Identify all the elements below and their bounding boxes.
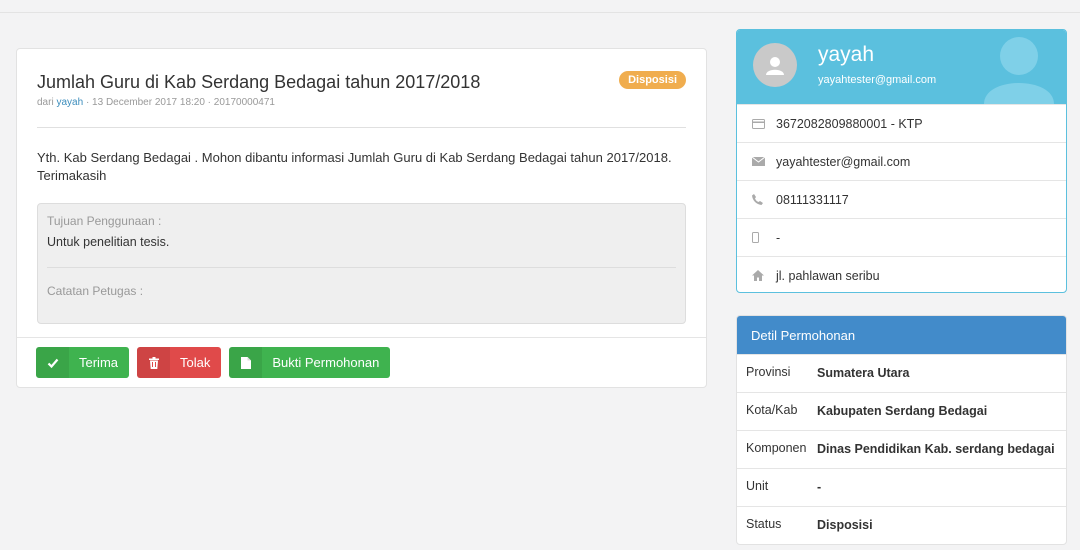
detail-row-komponen: Komponen Dinas Pendidikan Kab. serdang b… (737, 430, 1066, 468)
trash-icon (137, 347, 171, 378)
well-divider (47, 267, 676, 268)
detail-key: Komponen (746, 441, 807, 455)
email-row: yayahtester@gmail.com (737, 142, 1066, 180)
id-card-icon (752, 118, 776, 129)
meta-suffix: · 13 December 2017 18:20 · 20170000471 (85, 97, 275, 108)
phone-number: 08111331117 (776, 192, 849, 207)
detail-value: Disposisi (817, 518, 873, 532)
proof-button[interactable]: Bukti Permohonan (229, 347, 391, 378)
accept-label: Terima (79, 355, 119, 370)
mobile-number: - (776, 230, 781, 245)
id-number-row: 3672082809880001 - KTP (737, 104, 1066, 142)
detail-row-status: Status Disposisi (737, 506, 1066, 544)
request-title: Jumlah Guru di Kab Serdang Bedagai tahun… (37, 72, 481, 92)
detail-row-provinsi: Provinsi Sumatera Utara (737, 354, 1066, 392)
request-meta: dari yayah · 13 December 2017 18:20 · 20… (37, 97, 686, 108)
detail-key: Unit (746, 479, 769, 493)
address: jl. pahlawan seribu (776, 268, 880, 283)
envelope-icon (752, 157, 776, 166)
detail-header: Detil Permohonan (737, 316, 1066, 354)
request-card-body: Jumlah Guru di Kab Serdang Bedagai tahun… (17, 49, 706, 324)
address-row: jl. pahlawan seribu (737, 256, 1066, 292)
action-bar: Terima Tolak Bukti Permohonan (17, 337, 706, 387)
detail-value: - (817, 480, 822, 494)
user-email-header: yayahtester@gmail.com (818, 74, 937, 86)
detail-value: Sumatera Utara (817, 366, 910, 380)
request-title-row: Jumlah Guru di Kab Serdang Bedagai tahun… (37, 71, 686, 93)
request-message: Yth. Kab Serdang Bedagai . Mohon dibantu… (37, 150, 672, 183)
user-avatar-icon (753, 43, 797, 87)
top-divider (0, 12, 1080, 13)
request-card: Jumlah Guru di Kab Serdang Bedagai tahun… (16, 48, 707, 388)
phone-icon (752, 194, 776, 205)
title-divider (37, 127, 686, 128)
home-icon (752, 270, 776, 281)
detail-key: Kota/Kab (746, 403, 798, 417)
check-icon (36, 347, 69, 378)
requester-link[interactable]: yayah (56, 97, 83, 108)
mobile-icon (752, 232, 776, 243)
reject-button[interactable]: Tolak (137, 347, 222, 378)
mobile-row: - (737, 218, 1066, 256)
detail-key: Provinsi (746, 365, 791, 379)
document-icon (229, 347, 263, 378)
detail-card: Detil Permohonan Provinsi Sumatera Utara… (736, 315, 1067, 545)
user-silhouette-icon (984, 37, 1054, 104)
detail-key: Status (746, 517, 782, 531)
detail-row-unit: Unit - (737, 468, 1066, 506)
status-badge: Disposisi (619, 71, 686, 89)
purpose-well: Tujuan Penggunaan : Untuk penelitian tes… (37, 203, 686, 324)
accept-button[interactable]: Terima (36, 347, 130, 378)
profile-header: yayah yayahtester@gmail.com (737, 30, 1066, 104)
detail-value: Dinas Pendidikan Kab. serdang bedagai (817, 442, 1055, 456)
notes-label: Catatan Petugas : (47, 284, 144, 298)
purpose-label: Tujuan Penggunaan : (47, 214, 162, 228)
contact-email: yayahtester@gmail.com (776, 154, 911, 169)
reject-label: Tolak (180, 355, 211, 370)
id-number: 3672082809880001 - KTP (776, 116, 923, 131)
purpose-value: Untuk penelitian tesis. (47, 235, 170, 249)
profile-card: yayah yayahtester@gmail.com 367208280988… (736, 29, 1067, 293)
user-name: yayah (818, 43, 875, 66)
detail-value: Kabupaten Serdang Bedagai (817, 404, 988, 418)
detail-row-kota: Kota/Kab Kabupaten Serdang Bedagai (737, 392, 1066, 430)
phone-row: 08111331117 (737, 180, 1066, 218)
meta-prefix: dari (37, 97, 54, 108)
proof-label: Bukti Permohonan (272, 355, 380, 370)
